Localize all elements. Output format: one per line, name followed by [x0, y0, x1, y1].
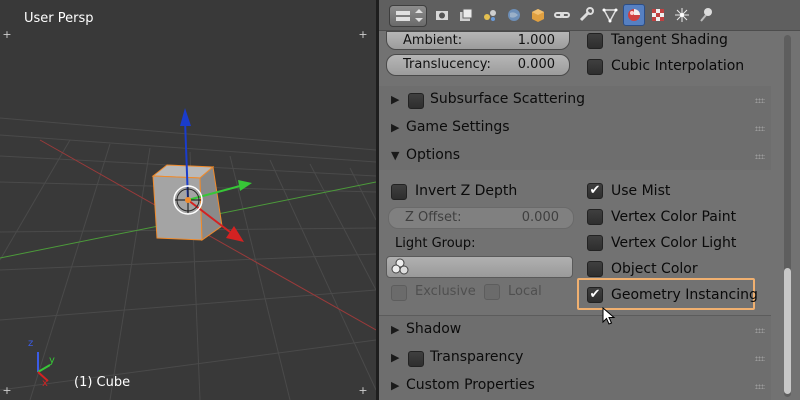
expanded-arrow-icon: ▼ — [391, 149, 400, 162]
invert-z-depth-label: Invert Z Depth — [415, 183, 518, 199]
editor-type-menu[interactable] — [389, 5, 427, 27]
drag-grip-icon[interactable] — [755, 126, 765, 131]
ambient-value: 1.000 — [517, 33, 555, 48]
properties-header — [379, 0, 800, 31]
editor-type-icon — [396, 9, 423, 22]
collapsed-arrow-icon: ▶ — [391, 323, 400, 336]
area-split-corner-icon[interactable]: + — [2, 385, 12, 396]
use-mist-label: Use Mist — [611, 183, 671, 199]
render-layers-icon[interactable] — [455, 4, 477, 26]
cubic-interpolation-checkbox[interactable] — [587, 59, 603, 75]
panel-custom-properties[interactable]: ▶ Custom Properties — [379, 372, 771, 400]
object-icon[interactable] — [527, 4, 549, 26]
collapsed-arrow-icon: ▶ — [391, 351, 400, 364]
viewport-scene — [0, 108, 376, 400]
collapsed-arrow-icon: ▶ — [391, 379, 400, 392]
drag-grip-icon[interactable] — [755, 356, 765, 361]
material-panels: Ambient: 1.000 Translucency: 0.000 Tange… — [379, 31, 800, 400]
floor-grid — [0, 117, 376, 400]
render-icon[interactable] — [431, 4, 453, 26]
local-checkbox[interactable] — [484, 284, 500, 300]
mouse-cursor-icon — [602, 307, 616, 325]
constraints-icon[interactable] — [551, 4, 573, 26]
drag-grip-icon[interactable] — [755, 328, 765, 333]
panel-subsurface-scattering[interactable]: ▶ Subsurface Scattering — [379, 86, 771, 114]
physics-icon[interactable] — [695, 4, 717, 26]
translucency-label: Translucency: — [403, 57, 491, 72]
z-offset-value: 0.000 — [521, 210, 559, 225]
tangent-shading-checkbox[interactable] — [587, 33, 603, 49]
modifiers-icon[interactable] — [575, 4, 597, 26]
object-color-label: Object Color — [611, 261, 698, 277]
area-split-corner-icon[interactable]: + — [358, 29, 368, 40]
properties-editor: Ambient: 1.000 Translucency: 0.000 Tange… — [379, 0, 800, 400]
3d-viewport[interactable]: User Persp (1) Cube z y x + + + + — [0, 0, 376, 400]
local-label: Local — [508, 284, 542, 299]
collapsed-arrow-icon: ▶ — [391, 121, 400, 134]
particles-icon[interactable] — [671, 4, 693, 26]
panel-title: Game Settings — [406, 119, 510, 135]
area-split-corner-icon[interactable]: + — [2, 29, 12, 40]
material-icon[interactable] — [623, 4, 645, 26]
world-icon[interactable] — [503, 4, 525, 26]
ambient-field[interactable]: Ambient: 1.000 — [386, 31, 570, 50]
translucency-field[interactable]: Translucency: 0.000 — [386, 54, 570, 76]
object-color-checkbox[interactable] — [587, 261, 603, 277]
translucency-value: 0.000 — [517, 57, 555, 72]
check-icon: ✔ — [589, 287, 601, 302]
panel-title: Shadow — [406, 321, 462, 337]
gizmo-y-label: y — [49, 355, 55, 366]
vertex-color-light-checkbox[interactable] — [587, 235, 603, 251]
drag-grip-icon[interactable] — [755, 384, 765, 389]
geometry-instancing-label: Geometry Instancing — [611, 287, 758, 303]
gizmo-z-label: z — [28, 338, 34, 349]
panel-options[interactable]: ▼ Options — [379, 142, 771, 170]
exclusive-label: Exclusive — [415, 284, 476, 299]
panel-title: Options — [406, 147, 461, 163]
light-group-label: Light Group: — [395, 236, 476, 251]
data-icon[interactable] — [599, 4, 621, 26]
exclusive-checkbox[interactable] — [391, 285, 407, 301]
tangent-shading-label: Tangent Shading — [611, 32, 728, 48]
context-tabs — [431, 4, 719, 26]
texture-icon[interactable] — [647, 4, 669, 26]
panel-game-settings[interactable]: ▶ Game Settings — [379, 114, 771, 142]
invert-z-depth-checkbox[interactable] — [391, 184, 407, 200]
subsurface-enable-checkbox[interactable] — [408, 93, 424, 109]
transparency-enable-checkbox[interactable] — [408, 351, 424, 367]
group-icon — [391, 258, 409, 275]
vertex-color-paint-label: Vertex Color Paint — [611, 209, 737, 225]
area-split-corner-icon[interactable]: + — [358, 385, 368, 396]
scene-icon[interactable] — [479, 4, 501, 26]
view-label: User Persp — [24, 11, 94, 26]
panel-transparency[interactable]: ▶ Transparency — [379, 344, 771, 372]
light-group-field[interactable] — [386, 256, 573, 278]
drag-grip-icon[interactable] — [755, 98, 765, 103]
panel-shadow[interactable]: ▶ Shadow — [379, 316, 771, 344]
cubic-interpolation-label: Cubic Interpolation — [611, 58, 745, 74]
z-offset-label: Z Offset: — [405, 210, 462, 225]
ambient-label: Ambient: — [403, 33, 463, 48]
panel-title: Transparency — [430, 349, 524, 365]
drag-grip-icon[interactable] — [755, 154, 765, 159]
vertex-color-light-label: Vertex Color Light — [611, 235, 737, 251]
active-object-label: (1) Cube — [74, 375, 131, 390]
geometry-instancing-checkbox[interactable]: ✔ — [587, 287, 603, 303]
use-mist-checkbox[interactable]: ✔ — [587, 183, 603, 199]
z-offset-field[interactable]: Z Offset: 0.000 — [388, 207, 574, 229]
scrollbar-thumb[interactable] — [784, 268, 791, 394]
check-icon: ✔ — [589, 183, 601, 198]
gizmo-x-label: x — [42, 378, 48, 389]
panel-title: Subsurface Scattering — [430, 91, 585, 107]
vertex-color-paint-checkbox[interactable] — [587, 209, 603, 225]
panel-title: Custom Properties — [406, 377, 535, 393]
collapsed-arrow-icon: ▶ — [391, 93, 400, 106]
